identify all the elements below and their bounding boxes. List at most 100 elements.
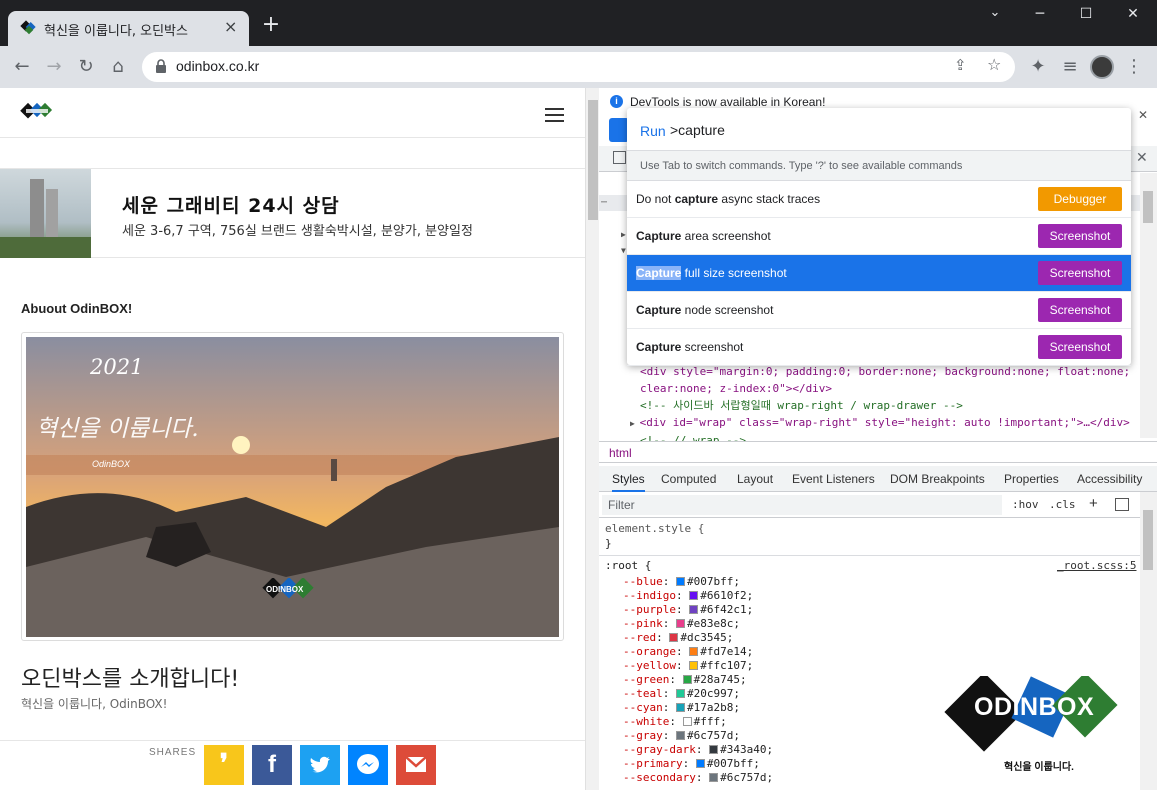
color-swatch[interactable] <box>682 717 692 726</box>
extensions-puzzle-icon[interactable]: ✦ <box>1026 55 1050 79</box>
tab-close-icon[interactable]: × <box>224 17 237 36</box>
minimize-button[interactable]: ─ <box>1020 6 1060 22</box>
command-hint: Use Tab to switch commands. Type '?' to … <box>627 151 1131 181</box>
web-page: 세운 그래비티 24시 상담 세운 3-6,7 구역, 756실 브랜드 생활숙… <box>0 88 585 790</box>
styles-filter-input[interactable]: Filter <box>602 495 1002 515</box>
command-category-badge: Screenshot <box>1038 261 1122 285</box>
css-variable-row: --yellow: #ffc107; <box>623 659 754 672</box>
info-icon: i <box>610 95 623 108</box>
messenger-share-icon[interactable] <box>348 745 388 785</box>
css-variable-row: --blue: #007bff; <box>623 575 740 588</box>
command-category-badge: Screenshot <box>1038 224 1122 248</box>
breadcrumb-html[interactable]: html <box>609 446 632 460</box>
watermark-tagline: 혁신을 이룹니다. <box>1004 762 1074 773</box>
color-swatch[interactable] <box>682 675 692 684</box>
share-icon[interactable]: ⇪ <box>954 56 967 74</box>
command-item[interactable]: Capture screenshot Screenshot <box>627 329 1131 366</box>
expand-arrow-icon[interactable]: ▶ <box>621 230 626 239</box>
reload-icon[interactable]: ↻ <box>74 55 98 79</box>
intro-title: 오딘박스를 소개합니다! <box>21 667 240 692</box>
forward-arrow-icon[interactable]: → <box>42 55 66 79</box>
color-swatch[interactable] <box>676 731 685 740</box>
new-style-rule-icon[interactable]: + <box>1089 495 1098 512</box>
banner-image <box>0 169 91 258</box>
tab-event-listeners[interactable]: Event Listeners <box>792 472 875 486</box>
command-item[interactable]: Capture full size screenshot Screenshot <box>627 255 1131 292</box>
color-swatch[interactable] <box>676 703 685 712</box>
color-swatch[interactable] <box>689 647 699 656</box>
page-scrollbar[interactable] <box>585 88 599 790</box>
color-swatch[interactable] <box>689 605 699 614</box>
title-bar: 혁신을 이룹니다, 오딘박스 × + ⌄ ─ ☐ ✕ <box>0 0 1157 46</box>
root-selector: :root { <box>605 559 652 572</box>
browser-menu-icon[interactable]: ⋮ <box>1122 55 1146 79</box>
styles-scrollbar[interactable] <box>1140 492 1157 790</box>
odinbox-watermark: ODINBOX 혁신을 이룹니다. <box>944 672 1129 773</box>
home-icon[interactable]: ⌂ <box>106 55 130 79</box>
css-variable-list: --blue: #007bff; --indigo: #6610f2; --purp… <box>623 575 773 785</box>
cls-toggle[interactable]: .cls <box>1049 498 1076 511</box>
color-swatch[interactable] <box>676 619 685 628</box>
root-source-link[interactable]: _root.scss:5 <box>1057 559 1136 572</box>
toggle-sidebar-icon[interactable] <box>1115 498 1129 511</box>
css-variable-row: --secondary: #6c757d; <box>623 771 774 784</box>
css-variable-row: --green: #28a745; <box>623 673 747 686</box>
command-item[interactable]: Capture area screenshot Screenshot <box>627 218 1131 255</box>
photo-signature-text: OdinBOX <box>92 459 131 469</box>
tab-dom-breakpoints[interactable]: DOM Breakpoints <box>890 472 985 486</box>
color-swatch[interactable] <box>676 577 685 586</box>
kakao-share-icon[interactable]: ❜ <box>204 745 244 785</box>
command-item[interactable]: Do not capture async stack traces Debugge… <box>627 181 1131 218</box>
close-window-button[interactable]: ✕ <box>1113 6 1153 22</box>
hamburger-menu-icon[interactable] <box>545 108 564 122</box>
command-category-badge: Screenshot <box>1038 335 1122 359</box>
color-swatch[interactable] <box>676 689 685 698</box>
bookmark-star-icon[interactable]: ☆ <box>987 55 1001 74</box>
site-favicon-icon <box>20 20 36 35</box>
inspect-element-icon[interactable] <box>613 151 626 164</box>
command-input-row[interactable]: Run >capture <box>627 108 1131 151</box>
command-item[interactable]: Capture node screenshot Screenshot <box>627 292 1131 329</box>
command-prompt-label: Run <box>640 123 666 139</box>
site-logo[interactable] <box>20 102 54 122</box>
color-swatch[interactable] <box>689 591 699 600</box>
css-variable-row: --purple: #6f42c1; <box>623 603 754 616</box>
tab-computed[interactable]: Computed <box>661 472 716 486</box>
element-style-close: } <box>605 537 612 550</box>
media-control-icon[interactable]: ≡ <box>1058 55 1082 79</box>
new-tab-button[interactable]: + <box>260 14 282 37</box>
lock-icon <box>156 59 166 73</box>
tab-styles[interactable]: Styles <box>612 472 645 492</box>
elements-scrollbar[interactable] <box>1140 173 1157 438</box>
back-arrow-icon[interactable]: ← <box>10 55 34 79</box>
tab-properties[interactable]: Properties <box>1004 472 1059 486</box>
info-bar-close-icon[interactable]: ✕ <box>1138 108 1148 122</box>
tab-search-chevron-icon[interactable]: ⌄ <box>975 5 1015 20</box>
language-switch-button[interactable] <box>609 118 629 142</box>
styles-filter-row: Filter :hov .cls + <box>599 492 1140 518</box>
facebook-share-icon[interactable]: f <box>252 745 292 785</box>
ad-banner[interactable]: 세운 그래비티 24시 상담 세운 3-6,7 구역, 756실 브랜드 생활숙… <box>0 168 585 258</box>
tab-layout[interactable]: Layout <box>737 472 773 486</box>
gmail-share-icon[interactable] <box>396 745 436 785</box>
devtools-close-icon[interactable]: ✕ <box>1136 149 1148 166</box>
command-item-label: Do not capture async stack traces <box>636 192 821 206</box>
maximize-button[interactable]: ☐ <box>1066 6 1106 22</box>
color-swatch[interactable] <box>709 745 719 754</box>
color-swatch[interactable] <box>709 773 719 782</box>
command-input[interactable]: >capture <box>670 122 725 138</box>
color-swatch[interactable] <box>695 759 705 768</box>
twitter-share-icon[interactable] <box>300 745 340 785</box>
color-swatch[interactable] <box>689 661 699 670</box>
hov-toggle[interactable]: :hov <box>1012 498 1039 511</box>
browser-tab[interactable]: 혁신을 이룹니다, 오딘박스 × <box>8 11 249 46</box>
share-bar <box>0 740 585 790</box>
address-bar[interactable]: odinbox.co.kr ⇪ ☆ <box>142 52 1015 82</box>
profile-avatar[interactable] <box>1090 55 1114 79</box>
styles-tabbar: Styles Computed Layout Event Listeners DOM B… <box>599 466 1157 492</box>
tab-accessibility[interactable]: Accessibility <box>1077 472 1142 486</box>
browser-toolbar: ← → ↻ ⌂ odinbox.co.kr ⇪ ☆ ✦ ≡ ⋮ <box>0 46 1157 88</box>
css-variable-row: --white: #fff; <box>623 715 727 728</box>
collapse-arrow-icon[interactable]: ▼ <box>621 246 626 255</box>
color-swatch[interactable] <box>669 633 679 642</box>
